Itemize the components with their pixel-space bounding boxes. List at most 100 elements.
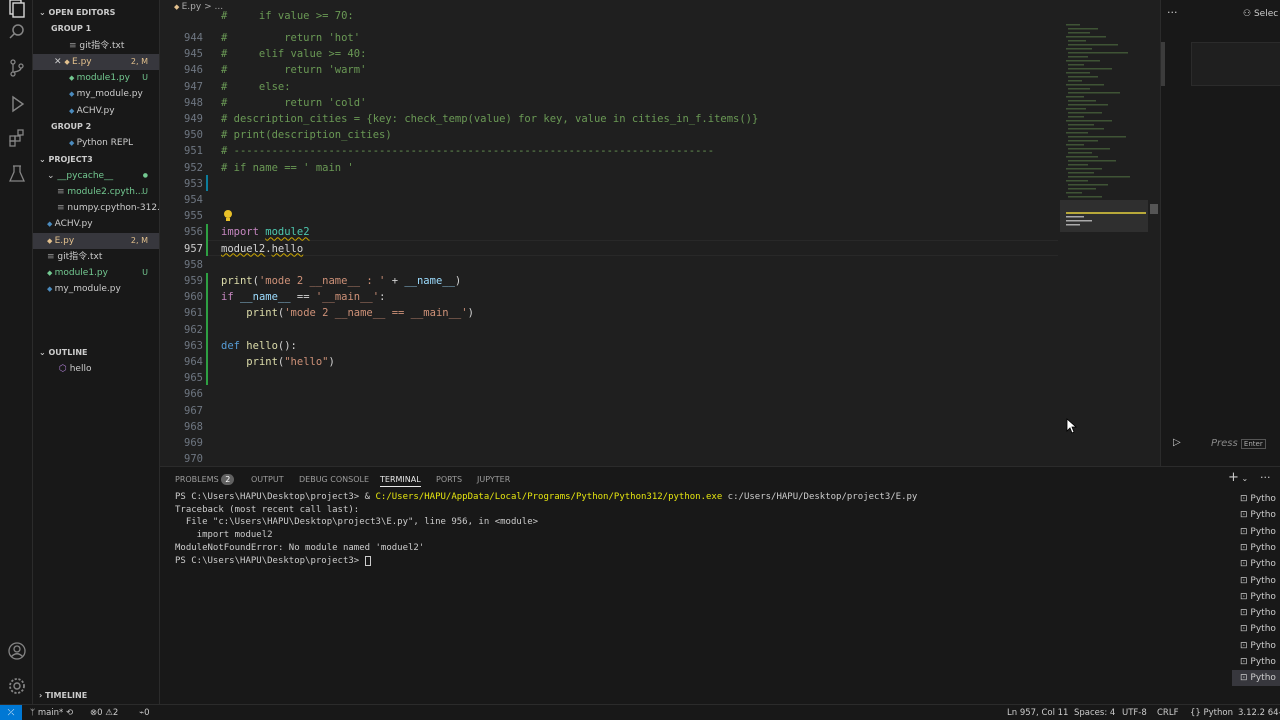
- terminal-cursor: [364, 555, 371, 566]
- source-control-icon[interactable]: [7, 58, 27, 78]
- python-file-icon: ◆: [69, 107, 77, 115]
- tab-jupyter[interactable]: JUPYTER: [477, 473, 510, 487]
- terminal-instance-item[interactable]: ⊡ Pytho: [1240, 524, 1276, 540]
- line-number: 944: [184, 32, 203, 44]
- file-item[interactable]: ≡ module2.cpyth... U: [33, 184, 159, 200]
- chevron-down-icon: ⌄: [39, 155, 49, 164]
- search-icon[interactable]: [7, 22, 27, 42]
- line-number: 946: [184, 64, 203, 77]
- open-editor-item[interactable]: ◆ Python REPL: [33, 135, 159, 151]
- terminal-instance-item[interactable]: ⊡ Pytho: [1240, 573, 1276, 589]
- open-editor-item-active[interactable]: ✕ ◆ E.py 2, M: [33, 54, 159, 70]
- open-editor-item[interactable]: ◆ my_module.py: [33, 86, 159, 102]
- code-line: # else:: [221, 80, 291, 93]
- code-line: # return 'warm': [221, 64, 367, 77]
- branch-indicator[interactable]: ᛘ main* ⟲: [30, 705, 73, 720]
- outline-header[interactable]: ⌄ OUTLINE: [33, 345, 159, 361]
- group-1-header[interactable]: GROUP 1: [33, 21, 159, 37]
- open-editor-item[interactable]: ◆ module1.py U: [33, 70, 159, 86]
- file-item[interactable]: ◆ my_module.py: [33, 281, 159, 297]
- open-editor-item[interactable]: ≡ git指令.txt: [33, 38, 159, 54]
- file-item-active[interactable]: ◆ E.py 2, M: [33, 233, 159, 249]
- tab-problems[interactable]: PROBLEMS 2: [175, 473, 235, 487]
- manage-gear-icon[interactable]: [7, 676, 27, 696]
- open-editor-item[interactable]: ◆ ACHV.py: [33, 103, 159, 119]
- terminal-icon: ⊡: [1240, 673, 1251, 684]
- language-mode[interactable]: {} Python: [1190, 705, 1233, 720]
- tab-terminal[interactable]: TERMINAL: [380, 473, 421, 487]
- panel-box: [1191, 42, 1280, 86]
- terminal-icon: ⊡: [1240, 575, 1251, 586]
- chevron-down-icon[interactable]: ⌄: [1239, 474, 1248, 483]
- terminal-instance-label: Pytho: [1250, 608, 1276, 619]
- file-item[interactable]: ◆ ACHV.py: [33, 216, 159, 232]
- text-file-icon: ≡: [47, 252, 58, 262]
- minimap[interactable]: [1060, 14, 1158, 464]
- line-number: 958: [184, 258, 203, 271]
- dot-indicator-icon: ●: [142, 172, 148, 179]
- file-item[interactable]: ≡ numpy.cpython-312...: [33, 200, 159, 216]
- terminal-line: import moduel2: [175, 530, 273, 540]
- terminal-instance-item[interactable]: ⊡ Pytho: [1240, 491, 1276, 507]
- problems-indicator[interactable]: ⊗0 ⚠2: [90, 705, 118, 720]
- terminal-instance-item[interactable]: ⊡ Pytho: [1232, 670, 1280, 687]
- breadcrumb: ◆ E.py > ...: [160, 0, 224, 14]
- terminal-instance-item[interactable]: ⊡ Pytho: [1240, 540, 1276, 556]
- chat-header[interactable]: ⚇ Selec: [1243, 9, 1278, 19]
- timeline-header[interactable]: › TIMELINE: [33, 688, 159, 704]
- code-line: print('mode 2 __name__ : ' + __name__): [221, 275, 462, 287]
- panel-scrollbar[interactable]: [1161, 42, 1165, 86]
- breadcrumb-separator[interactable]: > ...: [204, 2, 223, 12]
- encoding-setting[interactable]: UTF-8: [1122, 705, 1147, 720]
- more-actions-icon[interactable]: ···: [1260, 471, 1271, 484]
- ports-indicator[interactable]: ⌁0: [139, 705, 150, 720]
- text-file-icon: ≡: [69, 41, 80, 51]
- indentation-setting[interactable]: Spaces: 4: [1074, 705, 1115, 720]
- line-number: 947: [184, 80, 203, 93]
- terminal-instance-item[interactable]: ⊡ Pytho: [1240, 638, 1276, 654]
- terminal-instance-item[interactable]: ⊡ Pytho: [1240, 556, 1276, 572]
- code-editor[interactable]: ◆ E.py > ... # if value >= 70: 944 # retu…: [160, 0, 1160, 466]
- tab-ports[interactable]: PORTS: [436, 473, 462, 487]
- line-number: 959: [184, 275, 203, 287]
- terminal-instance-label: Pytho: [1250, 640, 1276, 651]
- file-item[interactable]: ≡ git指令.txt: [33, 249, 159, 265]
- lightbulb-icon[interactable]: [222, 208, 234, 222]
- file-item[interactable]: ◆ module1.py U: [33, 265, 159, 281]
- outline-item[interactable]: ⬡ hello: [33, 361, 159, 377]
- group-2-header[interactable]: GROUP 2: [33, 119, 159, 135]
- terminal-instance-item[interactable]: ⊡ Pytho: [1240, 654, 1276, 670]
- line-number: 957: [184, 242, 203, 255]
- terminal-instance-item[interactable]: ⊡ Pytho: [1240, 621, 1276, 637]
- account-icon[interactable]: [7, 641, 27, 661]
- person-icon: ⚇: [1243, 9, 1254, 19]
- python-file-icon: ◆: [174, 3, 182, 11]
- eol-setting[interactable]: CRLF: [1157, 705, 1178, 720]
- cursor-position[interactable]: Ln 957, Col 11: [1007, 705, 1068, 720]
- chat-input-hint[interactable]: Press Enter: [1211, 438, 1266, 449]
- terminal-instance-item[interactable]: ⊡ Pytho: [1240, 605, 1276, 621]
- folder-item[interactable]: ⌄ __pycache__ ●: [33, 168, 159, 184]
- project-folder-header[interactable]: ⌄ PROJECT3: [33, 152, 159, 168]
- play-icon[interactable]: ▷: [1173, 437, 1181, 448]
- extensions-icon[interactable]: [7, 128, 27, 148]
- new-terminal-icon[interactable]: + ⌄: [1228, 470, 1248, 485]
- explorer-icon[interactable]: [7, 0, 27, 20]
- remote-indicator-icon[interactable]: ⤫: [0, 705, 22, 720]
- terminal-instance-item[interactable]: ⊡ Pytho: [1240, 589, 1276, 605]
- line-number: 948: [184, 96, 203, 109]
- testing-icon[interactable]: [7, 164, 27, 184]
- open-editors-header[interactable]: ⌄ OPEN EDITORS: [33, 5, 159, 21]
- python-interpreter[interactable]: 3.12.2 64-: [1238, 705, 1280, 720]
- more-actions-icon[interactable]: ···: [1167, 6, 1178, 19]
- code-line: # print(description_cities): [221, 129, 392, 142]
- run-debug-icon[interactable]: [7, 94, 27, 114]
- terminal-instance-label: Pytho: [1250, 510, 1276, 521]
- breadcrumb-file[interactable]: E.py: [182, 2, 202, 12]
- close-icon[interactable]: ✕: [54, 57, 64, 67]
- tab-output[interactable]: OUTPUT: [251, 473, 284, 487]
- git-modified-indicator: [206, 175, 208, 191]
- terminal-instance-item[interactable]: ⊡ Pytho: [1240, 507, 1276, 523]
- terminal-prompt[interactable]: PS C:\Users\HAPU\Desktop\project3>: [175, 555, 371, 568]
- tab-debug-console[interactable]: DEBUG CONSOLE: [299, 473, 369, 487]
